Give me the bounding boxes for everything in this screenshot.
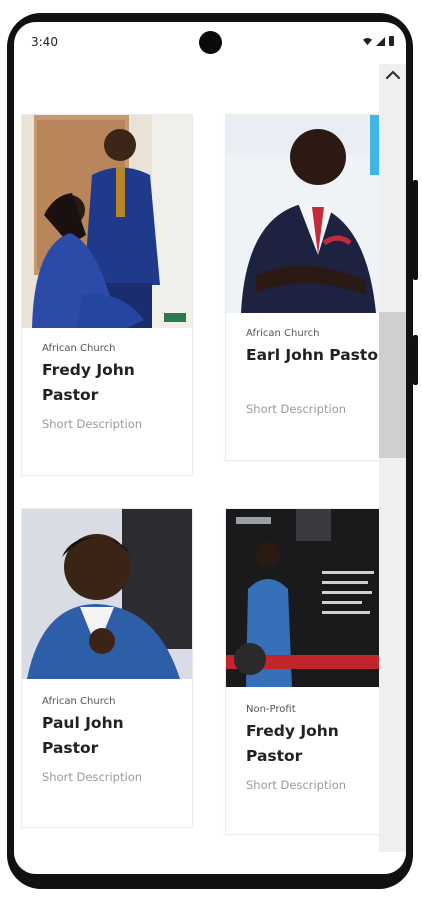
chevron-up-icon[interactable] xyxy=(384,66,402,84)
pastor-photo xyxy=(22,115,192,328)
battery-icon xyxy=(389,36,394,46)
status-time: 3:40 xyxy=(31,35,58,49)
card-name: Fredy John Pastor xyxy=(42,361,135,404)
pastor-photo xyxy=(22,509,192,679)
card-description: Short Description xyxy=(246,402,347,416)
screen: 3:40 African Church Fredy John Pastor Sh… xyxy=(14,22,406,874)
card-description: Short Description xyxy=(246,778,347,792)
status-icons xyxy=(363,36,394,46)
card-name: Earl John Pastor xyxy=(246,346,386,364)
card-category: African Church xyxy=(42,343,116,354)
scrollbar-thumb[interactable] xyxy=(379,312,406,458)
scrollbar-track[interactable] xyxy=(379,64,406,874)
card-description: Short Description xyxy=(42,770,143,784)
power-button xyxy=(413,335,418,385)
pastor-card[interactable]: Non-Profit Fredy John Pastor Short Descr… xyxy=(226,509,382,834)
volume-button xyxy=(413,180,418,280)
bottom-bar xyxy=(14,852,406,874)
pastor-photo xyxy=(226,115,382,313)
card-category: Non-Profit xyxy=(246,704,296,715)
pastor-card[interactable]: African Church Paul John Pastor Short De… xyxy=(22,509,192,827)
card-name: Paul John Pastor xyxy=(42,714,124,757)
wifi-icon xyxy=(363,37,372,45)
card-description: Short Description xyxy=(42,417,143,431)
card-name: Fredy John Pastor xyxy=(246,722,339,765)
signal-icon xyxy=(376,36,385,46)
card-category: African Church xyxy=(42,696,116,707)
pastor-card[interactable]: African Church Fredy John Pastor Short D… xyxy=(22,115,192,475)
pastor-card[interactable]: African Church Earl John Pastor Short De… xyxy=(226,115,386,460)
camera-cutout xyxy=(199,31,222,54)
status-bar: 3:40 xyxy=(14,22,406,62)
pastor-photo xyxy=(226,509,382,687)
card-category: African Church xyxy=(246,328,320,339)
